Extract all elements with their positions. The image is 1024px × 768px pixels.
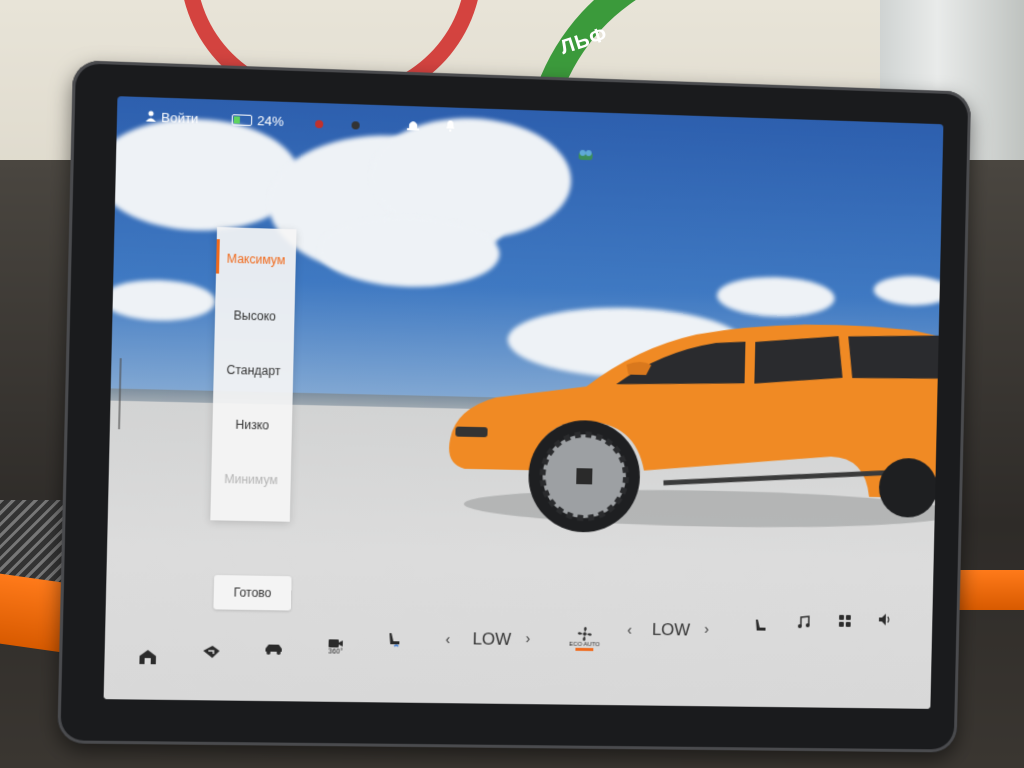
fan-left-value: LOW [472, 629, 512, 649]
vehicle-home-button[interactable] [135, 645, 160, 670]
screen: Войти 24% Максимум Высоко Стандарт Низко… [103, 96, 944, 709]
volume-button[interactable] [874, 608, 898, 632]
car-image[interactable] [443, 288, 944, 548]
login-label: Войти [161, 109, 199, 127]
eco-active-bar [575, 647, 594, 651]
infotainment-display: Войти 24% Максимум Высоко Стандарт Низко… [57, 60, 972, 753]
driver-profile-icon [578, 149, 593, 161]
navigation-button[interactable] [199, 640, 224, 665]
camera-icon [328, 638, 343, 648]
picker-option-min[interactable]: Минимум [211, 472, 291, 488]
music-note-icon [797, 615, 811, 629]
battery-status: 24% [231, 112, 284, 130]
climate-eco-auto-button[interactable]: ECO AUTO [566, 619, 603, 657]
apps-grid-icon [838, 614, 851, 627]
alarm-indicator [407, 118, 420, 131]
car-settings-button[interactable] [260, 636, 287, 661]
music-button[interactable] [792, 610, 816, 634]
battery-icon [231, 114, 253, 126]
seat-heating-button[interactable] [382, 628, 407, 652]
fan-right-increase[interactable]: › [699, 617, 713, 641]
notification-indicator [444, 119, 456, 132]
bell-icon [446, 120, 455, 132]
user-icon [145, 109, 157, 125]
camera-dot-icon [351, 121, 360, 130]
fan-left-decrease[interactable]: ‹ [440, 627, 455, 651]
car-icon [265, 644, 282, 655]
cloud [103, 278, 216, 323]
bottom-dock: 360° ‹ LOW › ECO AUTO ‹ LOW › [104, 613, 932, 709]
picker-option-standard[interactable]: Стандарт [214, 363, 294, 379]
seat-heat-icon [389, 633, 402, 648]
level-picker[interactable]: Максимум Высоко Стандарт Низко Минимум [210, 227, 297, 522]
fan-right-value: LOW [651, 620, 691, 640]
record-indicator [315, 120, 324, 129]
navigation-icon [203, 645, 220, 659]
camera-indicator [351, 121, 360, 130]
orange-trim-right [950, 570, 1024, 610]
login-button[interactable]: Войти [145, 109, 199, 127]
alarm-icon [407, 121, 420, 131]
camera-360-label: 360° [328, 647, 343, 656]
battery-percent: 24% [257, 113, 284, 130]
fan-left-increase[interactable]: › [521, 626, 536, 650]
picker-option-low[interactable]: Низко [212, 417, 292, 433]
volume-icon [878, 613, 893, 626]
fan-right-decrease[interactable]: ‹ [622, 618, 636, 642]
record-dot-icon [315, 120, 324, 129]
fan-icon [577, 626, 592, 641]
picker-option-high[interactable]: Высоко [215, 308, 295, 324]
done-button[interactable]: Готово [213, 574, 292, 611]
camera-360-button[interactable]: 360° [321, 631, 350, 662]
apps-button[interactable] [833, 609, 857, 633]
car-home-icon [139, 649, 157, 665]
seat-icon [755, 619, 766, 631]
profile-indicator[interactable] [578, 148, 594, 162]
picker-option-max[interactable]: Максимум [216, 251, 296, 268]
seat-button[interactable] [749, 614, 773, 638]
